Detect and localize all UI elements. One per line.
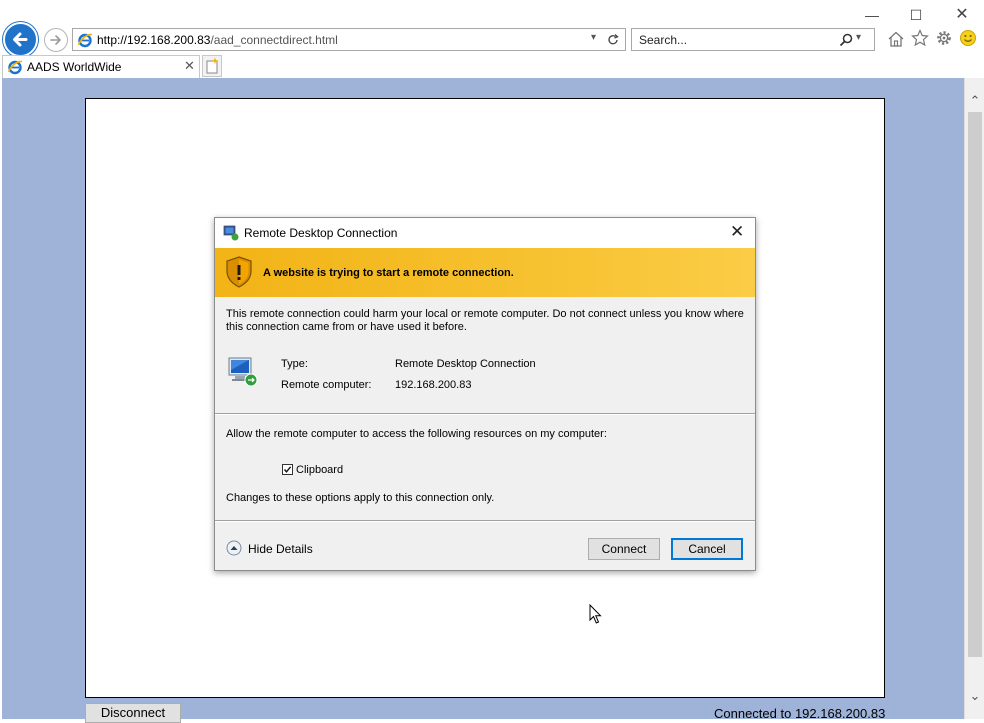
minimize-icon: — bbox=[865, 7, 879, 23]
cancel-button[interactable]: Cancel bbox=[671, 538, 743, 560]
favorites-star-icon[interactable] bbox=[911, 29, 929, 47]
remote-computer-value: 192.168.200.83 bbox=[395, 379, 472, 391]
warning-shield-icon bbox=[226, 256, 252, 288]
dialog-close-icon[interactable]: ✕ bbox=[730, 222, 744, 242]
clipboard-label[interactable]: Clipboard bbox=[296, 464, 343, 476]
address-host: http://192.168.200.83 bbox=[97, 33, 211, 47]
warning-text: A website is trying to start a remote co… bbox=[263, 267, 514, 279]
remote-computer-label: Remote computer: bbox=[281, 379, 372, 391]
ie-logo-icon bbox=[77, 33, 93, 48]
clipboard-checkbox[interactable] bbox=[282, 464, 293, 475]
refresh-icon[interactable] bbox=[606, 33, 620, 47]
search-input[interactable]: Search... bbox=[639, 33, 687, 47]
tab-title: AADS WorldWide bbox=[27, 60, 122, 74]
new-tab-icon bbox=[206, 57, 219, 74]
home-icon[interactable] bbox=[887, 30, 905, 48]
type-value: Remote Desktop Connection bbox=[395, 358, 536, 370]
search-icon[interactable] bbox=[839, 33, 853, 47]
security-message: This remote connection could harm your l… bbox=[226, 308, 744, 333]
separator-2 bbox=[215, 520, 755, 522]
browser-tab[interactable]: AADS WorldWide ✕ bbox=[2, 55, 200, 78]
type-label: Type: bbox=[281, 358, 308, 370]
dialog-titlebar: Remote Desktop Connection ✕ bbox=[215, 218, 755, 248]
smiley-feedback-icon[interactable] bbox=[959, 29, 977, 47]
remote-computer-icon bbox=[228, 357, 258, 387]
new-tab-button[interactable] bbox=[202, 55, 222, 77]
connect-button[interactable]: Connect bbox=[588, 538, 660, 560]
changes-note: Changes to these options apply to this c… bbox=[226, 492, 495, 504]
settings-gear-icon[interactable] bbox=[935, 29, 953, 47]
maximize-icon: ☐ bbox=[909, 7, 923, 23]
disconnect-button[interactable]: Disconnect bbox=[85, 703, 181, 723]
rdp-dialog: Remote Desktop Connection ✕ A website is… bbox=[214, 217, 756, 571]
maximize-button[interactable]: ☐ bbox=[904, 4, 928, 26]
separator-1 bbox=[215, 413, 755, 415]
vertical-scrollbar[interactable]: ⌃ ⌄ bbox=[964, 78, 984, 719]
close-icon: ✕ bbox=[955, 6, 969, 23]
forward-button[interactable] bbox=[44, 28, 68, 52]
dropdown-icon[interactable]: ▾ bbox=[591, 32, 596, 43]
warning-banner: A website is trying to start a remote co… bbox=[215, 248, 755, 297]
search-dropdown-icon[interactable]: ▾ bbox=[856, 32, 861, 43]
collapse-up-icon bbox=[226, 540, 242, 556]
address-text: http://192.168.200.83/aad_connectdirect.… bbox=[97, 33, 338, 47]
search-box[interactable]: Search... ▾ bbox=[631, 28, 875, 51]
scroll-up-icon[interactable]: ⌃ bbox=[968, 93, 982, 109]
hide-details-label: Hide Details bbox=[248, 542, 313, 556]
back-button[interactable] bbox=[3, 22, 38, 57]
scroll-down-icon[interactable]: ⌄ bbox=[968, 688, 982, 704]
minimize-button[interactable]: — bbox=[860, 4, 884, 26]
rdp-app-icon bbox=[223, 225, 239, 241]
forward-arrow-icon bbox=[50, 35, 61, 45]
mouse-cursor-icon bbox=[589, 604, 602, 624]
dialog-title: Remote Desktop Connection bbox=[244, 226, 398, 240]
address-bar[interactable]: http://192.168.200.83/aad_connectdirect.… bbox=[72, 28, 626, 51]
tab-ie-logo-icon bbox=[7, 60, 23, 75]
tab-close-icon[interactable]: ✕ bbox=[184, 58, 195, 74]
scrollbar-thumb[interactable] bbox=[968, 112, 982, 657]
address-path: /aad_connectdirect.html bbox=[210, 33, 338, 47]
resources-text: Allow the remote computer to access the … bbox=[226, 428, 607, 440]
window-close-button[interactable]: ✕ bbox=[950, 4, 974, 26]
back-arrow-icon bbox=[13, 32, 28, 47]
checkmark-icon bbox=[283, 466, 292, 473]
hide-details-toggle[interactable]: Hide Details bbox=[226, 540, 316, 558]
